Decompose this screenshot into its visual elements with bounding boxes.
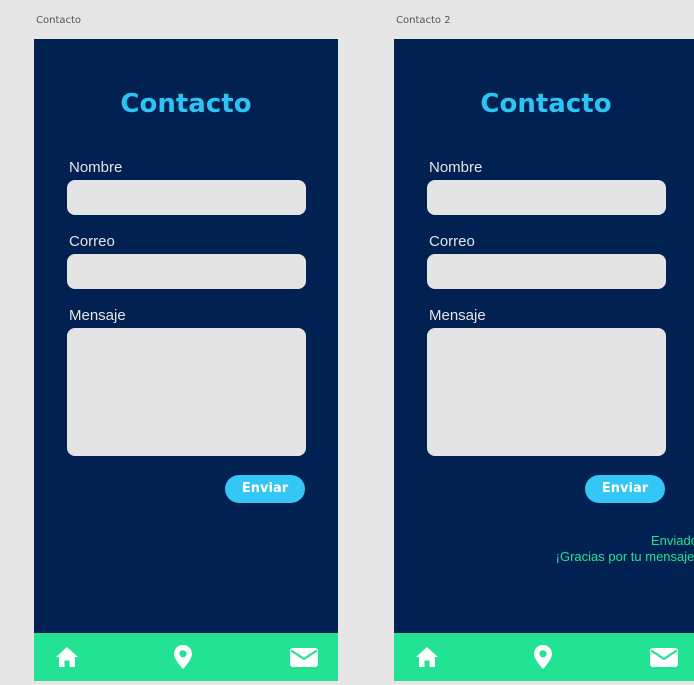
design-canvas: Contacto Contacto Nombre Correo Mensaje …	[0, 0, 694, 685]
page-title: Contacto	[480, 89, 612, 119]
artboard-label[interactable]: Contacto 2	[396, 15, 451, 26]
mail-icon	[290, 648, 318, 667]
tab-home[interactable]	[47, 633, 87, 681]
send-button[interactable]: Enviar	[585, 475, 665, 503]
email-label: Correo	[69, 233, 115, 250]
send-button[interactable]: Enviar	[225, 475, 305, 503]
location-pin-icon	[534, 645, 552, 669]
message-textarea[interactable]	[67, 328, 306, 456]
message-textarea[interactable]	[427, 328, 666, 456]
tab-mail[interactable]	[284, 633, 324, 681]
name-input[interactable]	[67, 180, 306, 215]
confirmation-message: Enviado ¡Gracias por tu mensaje!	[556, 533, 694, 565]
artboard-label[interactable]: Contacto	[36, 15, 81, 26]
name-label: Nombre	[69, 159, 123, 176]
bottom-tab-bar	[394, 633, 694, 681]
artboard-contacto-2: Contacto Nombre Correo Mensaje Enviar En…	[394, 39, 694, 681]
tab-location[interactable]	[163, 633, 203, 681]
tab-mail[interactable]	[644, 633, 684, 681]
email-label: Correo	[429, 233, 475, 250]
email-input[interactable]	[67, 254, 306, 289]
artboard-contacto: Contacto Nombre Correo Mensaje Enviar	[34, 39, 338, 681]
tab-home[interactable]	[407, 633, 447, 681]
home-icon	[56, 647, 78, 667]
confirmation-thanks: ¡Gracias por tu mensaje!	[555, 549, 694, 564]
name-label: Nombre	[429, 159, 483, 176]
bottom-tab-bar	[34, 633, 338, 681]
message-label: Mensaje	[69, 307, 126, 324]
name-input[interactable]	[427, 180, 666, 215]
home-icon	[416, 647, 438, 667]
location-pin-icon	[174, 645, 192, 669]
page-title: Contacto	[120, 89, 252, 119]
message-label: Mensaje	[429, 307, 486, 324]
mail-icon	[650, 648, 678, 667]
confirmation-status: Enviado	[651, 533, 694, 548]
email-input[interactable]	[427, 254, 666, 289]
tab-location[interactable]	[523, 633, 563, 681]
